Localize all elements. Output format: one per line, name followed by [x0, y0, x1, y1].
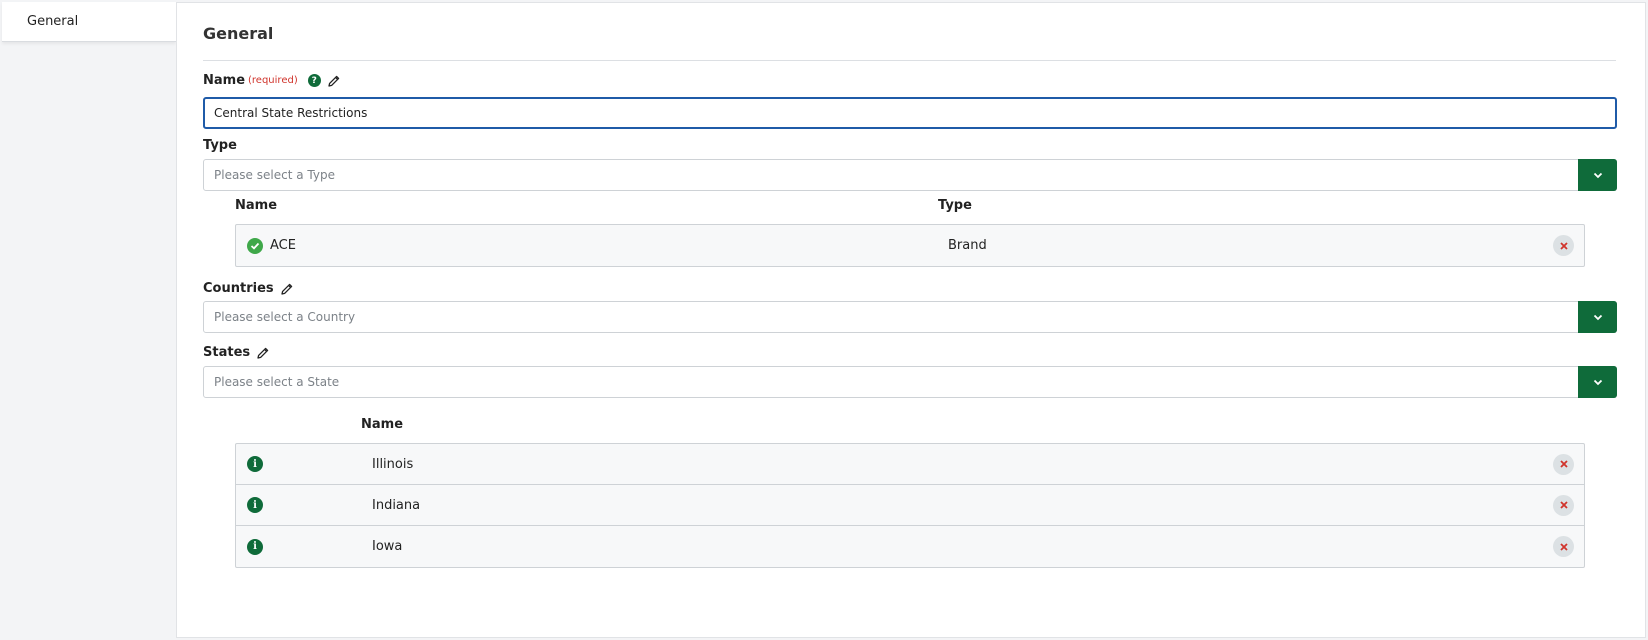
section-title: General [203, 24, 274, 43]
states-table: i Illinois i Indiana i Iowa [235, 443, 1585, 568]
type-label-row: Type [203, 138, 237, 153]
question-icon[interactable]: ? [307, 74, 321, 87]
table-row: i Illinois [236, 444, 1584, 485]
sidebar-tab-general[interactable]: General [2, 2, 176, 42]
type-label: Type [203, 138, 237, 153]
type-row-name: ACE [270, 238, 296, 253]
type-table-header-name: Name [235, 198, 278, 213]
remove-icon[interactable] [1553, 235, 1574, 256]
name-label-row: Name (required) ? [203, 73, 341, 88]
type-table-header-type: Type [938, 198, 972, 213]
country-select[interactable]: Please select a Country [203, 301, 1617, 333]
states-table-header-name: Name [361, 417, 404, 432]
table-row: i Iowa [236, 526, 1584, 567]
remove-icon[interactable] [1553, 536, 1574, 557]
type-select-placeholder: Please select a Type [214, 168, 335, 182]
chevron-down-icon[interactable] [1578, 366, 1617, 398]
state-select[interactable]: Please select a State [203, 366, 1617, 398]
pencil-icon[interactable] [256, 346, 270, 360]
remove-icon[interactable] [1553, 494, 1574, 516]
state-select-placeholder: Please select a State [214, 375, 340, 389]
check-circle-icon [247, 237, 263, 254]
chevron-down-icon[interactable] [1578, 159, 1617, 191]
pencil-icon[interactable] [280, 282, 294, 296]
required-indicator: (required) [248, 75, 298, 86]
info-icon: i [247, 497, 263, 513]
section-divider [203, 60, 1616, 61]
table-row: ACE Brand [236, 225, 1584, 266]
info-icon: i [247, 456, 263, 472]
states-label-row: States [203, 345, 270, 360]
state-name: Indiana [372, 497, 421, 513]
name-input[interactable] [203, 97, 1617, 129]
remove-icon[interactable] [1553, 453, 1574, 475]
states-label: States [203, 345, 251, 360]
type-row-type: Brand [948, 238, 987, 253]
pencil-icon[interactable] [327, 74, 341, 88]
type-select[interactable]: Please select a Type [203, 159, 1617, 191]
state-name: Iowa [372, 539, 403, 554]
sidebar-tab-label: General [27, 14, 79, 29]
country-select-placeholder: Please select a Country [214, 310, 356, 324]
general-panel: General Name (required) ? Type Please se… [176, 2, 1646, 638]
type-table: ACE Brand [235, 224, 1585, 267]
name-label: Name [203, 73, 246, 88]
table-row: i Indiana [236, 485, 1584, 526]
chevron-down-icon[interactable] [1578, 301, 1617, 333]
countries-label-row: Countries [203, 281, 294, 296]
countries-label: Countries [203, 281, 274, 296]
state-name: Illinois [372, 456, 414, 472]
sidebar: General [0, 0, 176, 640]
info-icon: i [247, 538, 263, 555]
